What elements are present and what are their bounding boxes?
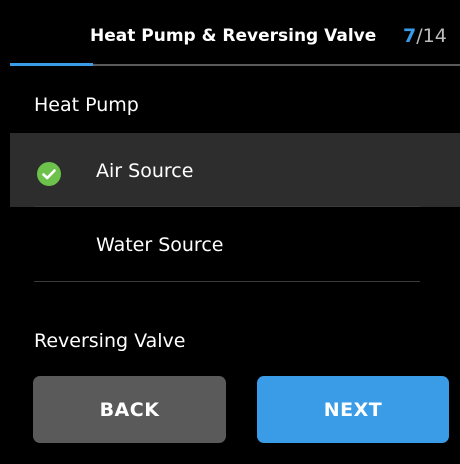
next-button[interactable]: NEXT	[257, 376, 449, 443]
step-current: 7	[403, 25, 417, 47]
option-label: Water Source	[96, 234, 224, 256]
progress-fill	[10, 63, 93, 66]
option-water-source[interactable]: Water Source	[10, 207, 460, 281]
step-total: /14	[416, 25, 447, 47]
section-reversing-valve-label: Reversing Valve	[34, 330, 186, 352]
divider	[34, 281, 420, 282]
check-circle-icon	[37, 162, 61, 186]
header: Heat Pump & Reversing Valve 7/14	[0, 0, 460, 66]
back-button[interactable]: BACK	[33, 376, 226, 443]
step-indicator: 7/14	[403, 25, 447, 47]
section-heat-pump-label: Heat Pump	[34, 94, 139, 116]
page-title: Heat Pump & Reversing Valve	[90, 26, 377, 46]
option-air-source[interactable]: Air Source	[10, 133, 460, 207]
option-label: Air Source	[96, 160, 194, 182]
